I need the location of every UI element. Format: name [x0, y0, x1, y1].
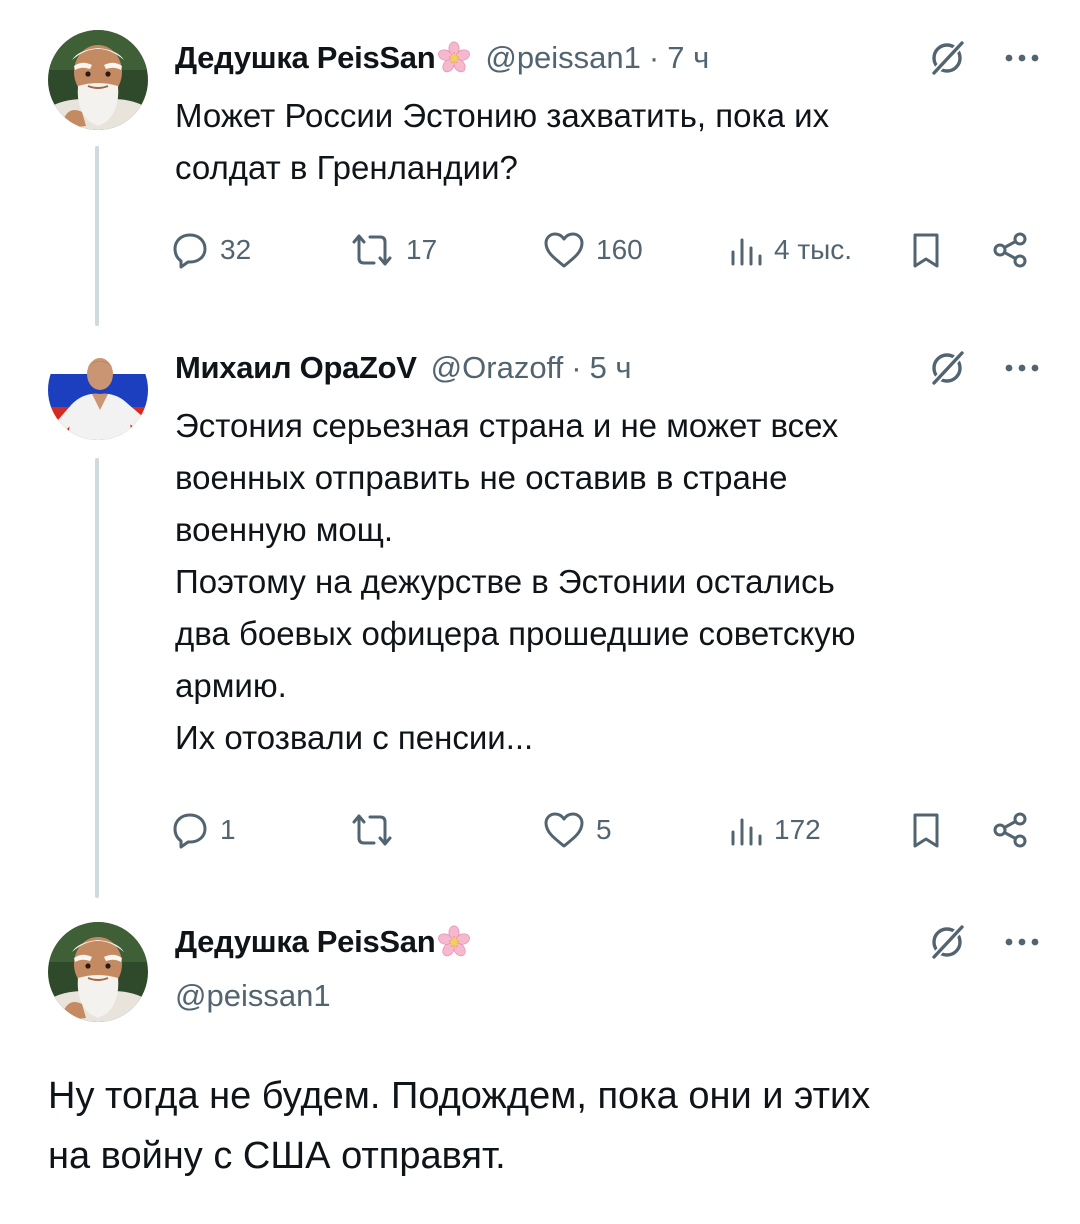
repost-icon [348, 810, 396, 850]
header-actions [926, 921, 1040, 963]
tweet-text-line: военных отправить не оставив в стране [175, 459, 788, 496]
repost-icon [348, 230, 396, 270]
tweet-text-line: солдат в Гренландии? [175, 149, 518, 186]
tweet-actions: 32 17 160 4 тыс. [170, 228, 1040, 272]
bookmark-icon [906, 810, 946, 850]
reply-text-line: на войну с США отправят. [48, 1135, 506, 1177]
avatar-image [48, 922, 148, 1022]
view-count: 172 [774, 814, 821, 845]
view-count: 4 тыс. [774, 234, 853, 265]
views-bars-icon [728, 230, 764, 270]
tweet-text-line: Их отозвали с пенсии... [175, 719, 534, 756]
heart-icon [542, 810, 586, 850]
reply-text: Ну тогда не будем. Подождем, пока они и … [48, 1066, 1040, 1186]
bookmark-icon [906, 230, 946, 270]
views-bars-icon [728, 810, 764, 850]
author-name[interactable]: Дедушка PeisSan [175, 924, 436, 960]
reply-count: 1 [220, 814, 236, 845]
reply-bubble-icon [170, 810, 210, 850]
tweet-actions: 1 5 172 [170, 808, 1040, 852]
thread-line [95, 146, 99, 326]
reply-button[interactable]: 32 [170, 228, 251, 272]
tweet-text-line: армию. [175, 667, 287, 704]
author-handle[interactable]: @peissan1 [175, 978, 331, 1014]
tweet-header: Михаил OpaZoV @Orazoff · 5 ч [175, 348, 1040, 388]
header-actions [926, 347, 1040, 389]
tweet-text-line: военную мощ. [175, 511, 394, 548]
repost-button[interactable]: 17 [348, 228, 437, 272]
repost-count: 17 [406, 234, 438, 265]
author-handle[interactable]: @peissan1 [485, 40, 641, 76]
avatar[interactable] [48, 340, 148, 440]
avatar[interactable] [48, 922, 148, 1022]
tweet-header: Дедушка PeisSan @peissan1 · 7 ч [175, 38, 1040, 78]
reply-text-line: Ну тогда не будем. Подождем, пока они и … [48, 1075, 871, 1117]
tweet-text-line: два боевых офицера прошедшие советскую [175, 615, 856, 652]
repost-button[interactable] [348, 808, 396, 852]
share-icon [990, 810, 1030, 850]
author-handle-row: @peissan1 [175, 976, 1040, 1016]
reply-button[interactable]: 1 [170, 808, 236, 852]
more-icon[interactable] [1004, 363, 1040, 373]
views-button[interactable]: 172 [728, 808, 821, 852]
timestamp[interactable]: 7 ч [667, 40, 709, 76]
share-button[interactable] [990, 808, 1030, 852]
more-icon[interactable] [1004, 937, 1040, 947]
timestamp[interactable]: 5 ч [590, 350, 632, 386]
tweet-text-line: Эстония серьезная страна и не может всех [175, 407, 839, 444]
author-handle[interactable]: @Orazoff [431, 350, 564, 386]
tweet-header: Дедушка PeisSan [175, 922, 1040, 962]
avatar-image [48, 30, 148, 130]
tweet-text-line: Может России Эстонию захватить, пока их [175, 97, 830, 134]
separator: · [648, 40, 660, 75]
heart-icon [542, 230, 586, 270]
tweet-text-line: Поэтому на дежурстве в Эстонии остались [175, 563, 835, 600]
thread-line [95, 458, 99, 898]
cherry-blossom-icon [437, 925, 471, 959]
separator: · [571, 350, 582, 385]
like-count: 5 [596, 814, 612, 845]
bookmark-button[interactable] [906, 808, 946, 852]
avatar-image [48, 340, 148, 440]
tweet-text: Эстония серьезная страна и не может всех… [175, 400, 990, 764]
reply-bubble-icon [170, 230, 210, 270]
author-name[interactable]: Михаил OpaZoV [175, 350, 417, 386]
like-button[interactable]: 5 [542, 808, 612, 852]
like-button[interactable]: 160 [542, 228, 643, 272]
avatar[interactable] [48, 30, 148, 130]
reply-count: 32 [220, 234, 252, 265]
share-button[interactable] [990, 228, 1030, 272]
grok-icon[interactable] [926, 347, 968, 389]
bookmark-button[interactable] [906, 228, 946, 272]
grok-icon[interactable] [926, 921, 968, 963]
like-count: 160 [596, 234, 643, 265]
views-button[interactable]: 4 тыс. [728, 228, 852, 272]
header-actions [926, 37, 1040, 79]
share-icon [990, 230, 1030, 270]
tweet-text: Может России Эстонию захватить, пока их … [175, 90, 990, 194]
grok-icon[interactable] [926, 37, 968, 79]
more-icon[interactable] [1004, 53, 1040, 63]
author-name[interactable]: Дедушка PeisSan [175, 40, 436, 76]
cherry-blossom-icon [437, 41, 471, 75]
